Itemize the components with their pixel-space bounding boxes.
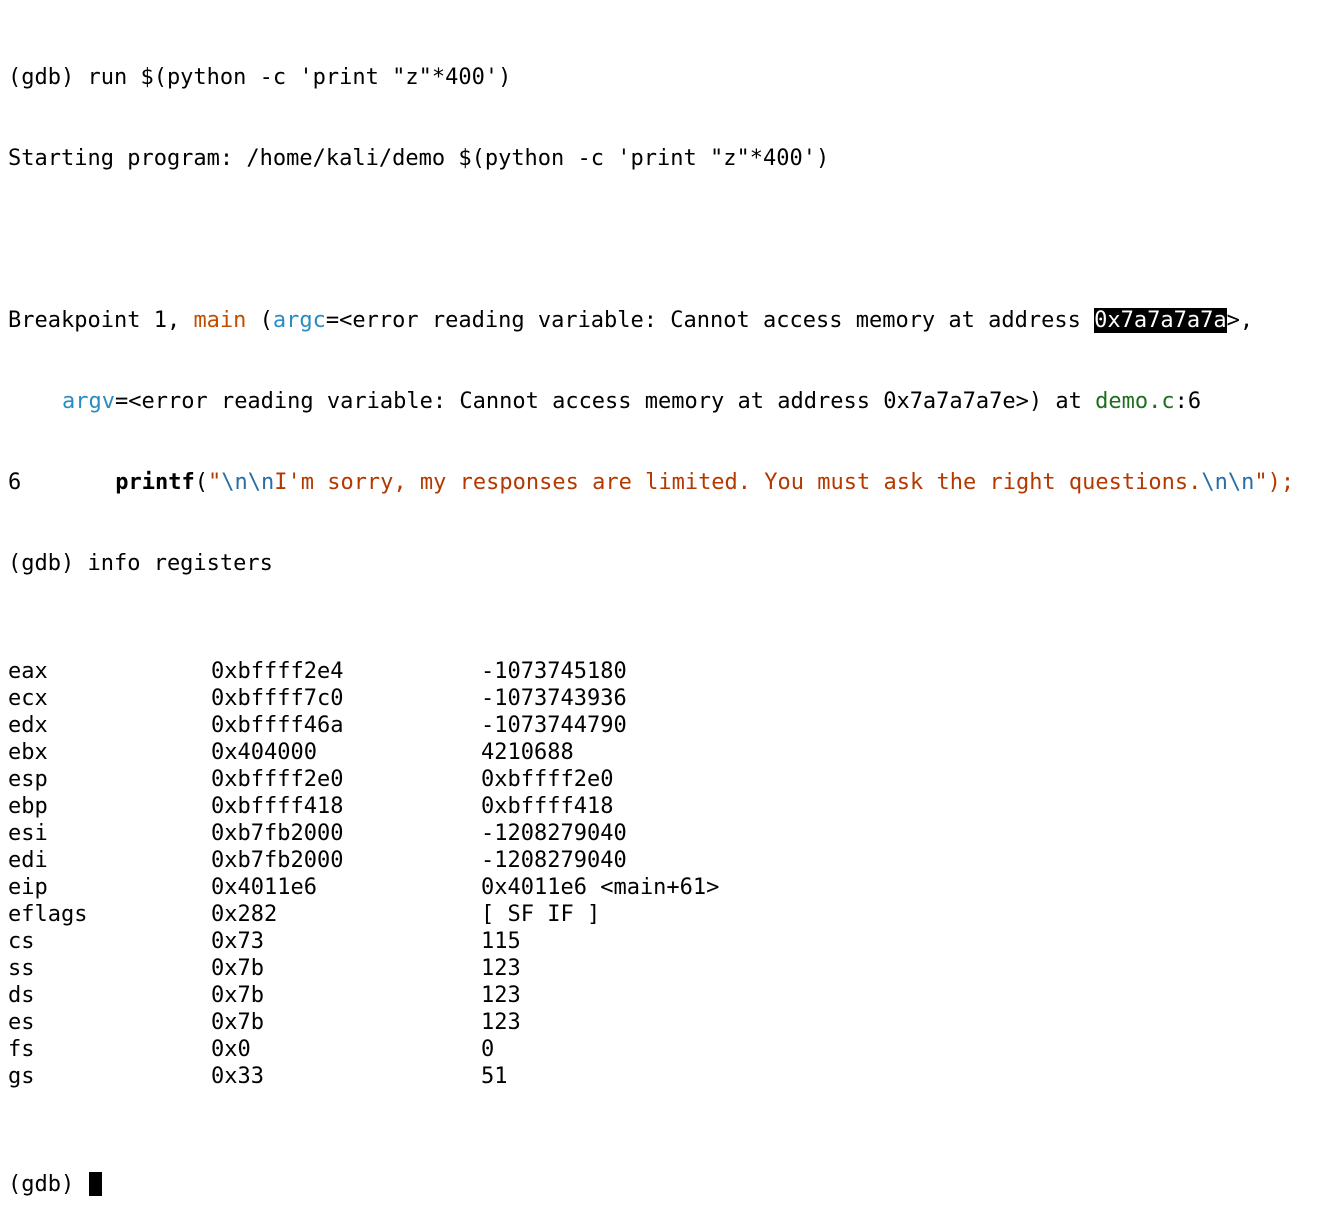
register-hex: 0xbffff2e0 <box>211 767 344 792</box>
register-row: edi 0xb7fb2000 -1208279040 <box>8 847 1320 874</box>
register-value: -1208279040 <box>481 821 627 846</box>
breakpoint-argv-line: argv=<error reading variable: Cannot acc… <box>8 388 1320 415</box>
register-row: ds 0x7b 123 <box>8 982 1320 1009</box>
register-row: eip 0x4011e6 0x4011e6 <main+61> <box>8 874 1320 901</box>
starting-program-line: Starting program: /home/kali/demo $(pyth… <box>8 146 830 171</box>
register-name: gs <box>8 1064 35 1089</box>
register-hex: 0xb7fb2000 <box>211 848 344 873</box>
register-value: -1073745180 <box>481 659 627 684</box>
register-hex: 0xbffff418 <box>211 794 344 819</box>
register-value: -1208279040 <box>481 848 627 873</box>
register-value: 0xbffff418 <box>481 794 614 819</box>
info-registers-command: (gdb) info registers <box>8 551 273 576</box>
register-name: ss <box>8 956 35 981</box>
register-row: esp 0xbffff2e0 0xbffff2e0 <box>8 766 1320 793</box>
breakpoint-open-paren: ( <box>246 308 273 333</box>
register-hex: 0x282 <box>211 902 278 927</box>
register-value: 123 <box>481 1010 521 1035</box>
register-row: esi 0xb7fb2000 -1208279040 <box>8 820 1320 847</box>
register-hex: 0xb7fb2000 <box>211 821 344 846</box>
register-hex: 0x7b <box>211 983 264 1008</box>
source-line-ref: :6 <box>1174 389 1202 414</box>
register-hex: 0x7b <box>211 956 264 981</box>
register-value: 123 <box>481 956 521 981</box>
register-name: fs <box>8 1037 35 1062</box>
register-row: ecx 0xbffff7c0 -1073743936 <box>8 685 1320 712</box>
gdb-prompt: (gdb) <box>8 1172 88 1197</box>
register-name: cs <box>8 929 35 954</box>
string-text: I'm sorry, my responses are limited. You… <box>274 470 1202 495</box>
source-line-number: 6 <box>8 470 22 495</box>
argv-error: =<error reading variable: Cannot access … <box>114 389 1096 414</box>
register-row: ss 0x7b 123 <box>8 955 1320 982</box>
register-name: ecx <box>8 686 48 711</box>
register-row: ebx 0x404000 4210688 <box>8 739 1320 766</box>
run-command-line: (gdb) run $(python -c 'print "z"*400') <box>8 65 512 90</box>
register-row: eax 0xbffff2e4 -1073745180 <box>8 658 1320 685</box>
source-file: demo.c <box>1095 389 1175 414</box>
register-value: 0 <box>481 1037 495 1062</box>
register-hex: 0x404000 <box>211 740 317 765</box>
argc-param: argc <box>272 308 326 333</box>
register-row: gs 0x33 51 <box>8 1063 1320 1090</box>
register-value: -1073743936 <box>481 686 627 711</box>
register-value: 51 <box>481 1064 508 1089</box>
string-escape-start: \n\n <box>221 470 275 495</box>
register-name: ebx <box>8 740 48 765</box>
register-hex: 0x7b <box>211 1010 264 1035</box>
register-hex: 0x73 <box>211 929 264 954</box>
register-hex: 0xbffff7c0 <box>211 686 344 711</box>
string-close-quote: " <box>1254 470 1268 495</box>
register-value: 4210688 <box>481 740 574 765</box>
argc-error-end: >, <box>1226 308 1254 333</box>
register-row: es 0x7b 123 <box>8 1009 1320 1036</box>
source-line: 6 printf("\n\nI'm sorry, my responses are… <box>8 469 1320 496</box>
breakpoint-function: main <box>193 308 247 333</box>
register-value: 123 <box>481 983 521 1008</box>
register-row: fs 0x0 0 <box>8 1036 1320 1063</box>
register-hex: 0x4011e6 <box>211 875 317 900</box>
register-row: ebp 0xbffff418 0xbffff418 <box>8 793 1320 820</box>
register-value: -1073744790 <box>481 713 627 738</box>
register-name: eax <box>8 659 48 684</box>
gdb-terminal[interactable]: (gdb) run $(python -c 'print "z"*400') S… <box>0 0 1320 1197</box>
register-hex: 0xbffff2e4 <box>211 659 344 684</box>
text-cursor <box>89 1172 103 1196</box>
source-open-paren: ( <box>194 470 208 495</box>
register-row: cs 0x73 115 <box>8 928 1320 955</box>
string-open-quote: " <box>207 470 222 495</box>
source-function: printf <box>115 470 195 495</box>
register-value: [ SF IF ] <box>481 902 601 927</box>
string-escape-end: \n\n <box>1201 470 1255 495</box>
register-name: es <box>8 1010 35 1035</box>
register-table: eax 0xbffff2e4 -1073745180 ecx 0xbffff7c0 -10… <box>8 658 1320 1090</box>
argv-param: argv <box>62 389 115 414</box>
register-name: ds <box>8 983 35 1008</box>
breakpoint-line: Breakpoint 1, main (argc=<error reading … <box>8 307 1320 334</box>
argc-error: =<error reading variable: Cannot access … <box>325 308 1095 333</box>
register-name: esp <box>8 767 48 792</box>
register-value: 0xbffff2e0 <box>481 767 614 792</box>
register-name: eflags <box>8 902 88 927</box>
prompt-line[interactable]: (gdb) <box>8 1171 1320 1198</box>
register-name: esi <box>8 821 48 846</box>
register-hex: 0xbffff46a <box>211 713 344 738</box>
register-row: eflags 0x282 [ SF IF ] <box>8 901 1320 928</box>
register-name: ebp <box>8 794 48 819</box>
register-name: edx <box>8 713 48 738</box>
register-value: 0x4011e6 <main+61> <box>481 875 720 900</box>
source-close: ); <box>1267 470 1295 495</box>
register-value: 115 <box>481 929 521 954</box>
breakpoint-prefix: Breakpoint 1, <box>8 308 194 333</box>
register-hex: 0x33 <box>211 1064 264 1089</box>
selected-address[interactable]: 0x7a7a7a7a <box>1094 308 1227 333</box>
register-name: edi <box>8 848 48 873</box>
register-name: eip <box>8 875 48 900</box>
register-row: edx 0xbffff46a -1073744790 <box>8 712 1320 739</box>
register-hex: 0x0 <box>211 1037 251 1062</box>
